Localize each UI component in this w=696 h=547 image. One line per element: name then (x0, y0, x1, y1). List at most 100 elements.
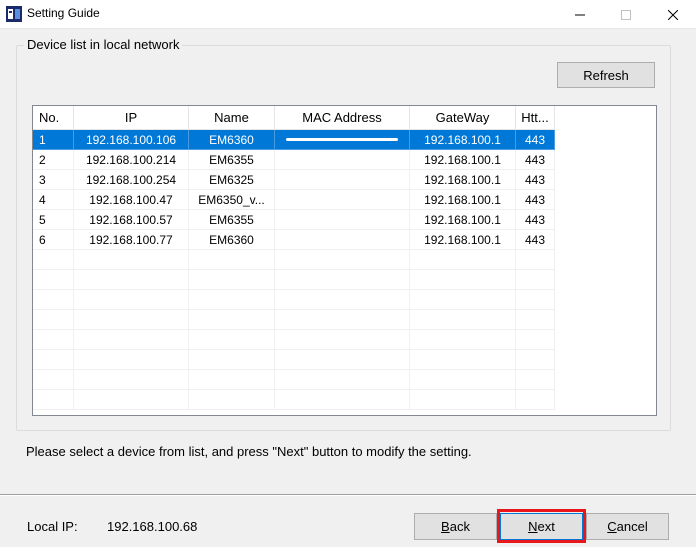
empty-cell (410, 370, 516, 390)
empty-cell (33, 350, 74, 370)
empty-cell (74, 390, 189, 410)
empty-cell (33, 310, 74, 330)
empty-cell (74, 270, 189, 290)
minimize-button[interactable] (557, 0, 603, 29)
empty-cell (74, 310, 189, 330)
column-header[interactable]: Htt... (516, 106, 555, 130)
empty-cell (189, 250, 275, 270)
cell-ip: 192.168.100.47 (74, 190, 189, 210)
empty-cell (189, 350, 275, 370)
empty-cell (516, 330, 555, 350)
device-row[interactable]: 5 192.168.100.57 EM6355 192.168.100.1 443 (33, 210, 656, 230)
empty-cell (275, 390, 410, 410)
empty-cell (275, 350, 410, 370)
cell-http: 443 (516, 150, 555, 170)
cell-ip: 192.168.100.214 (74, 150, 189, 170)
separator (0, 494, 696, 496)
empty-row (33, 370, 656, 390)
column-header[interactable]: No. (33, 106, 74, 130)
empty-cell (516, 370, 555, 390)
local-ip-label: Local IP: (27, 519, 78, 534)
empty-cell (33, 370, 74, 390)
empty-cell (275, 290, 410, 310)
list-rows: 1 192.168.100.106 EM6360 192.168.100.1 443 2 1… (33, 130, 656, 410)
cell-http: 443 (516, 170, 555, 190)
cell-http: 443 (516, 130, 555, 150)
list-header: No. IP Name MAC Address GateWay Htt... (33, 106, 656, 130)
local-ip-value: 192.168.100.68 (107, 519, 198, 534)
title-bar: Setting Guide (0, 0, 696, 29)
window-title: Setting Guide (27, 6, 100, 20)
empty-cell (74, 290, 189, 310)
empty-cell (33, 390, 74, 410)
empty-cell (410, 350, 516, 370)
cancel-button[interactable]: Cancel (586, 513, 669, 540)
empty-row (33, 330, 656, 350)
maximize-icon (621, 9, 631, 20)
close-button[interactable] (650, 0, 696, 29)
cancel-accel: C (607, 519, 617, 534)
empty-cell (410, 290, 516, 310)
back-accel: B (441, 519, 450, 534)
device-list[interactable]: No. IP Name MAC Address GateWay Htt... 1 192.1… (32, 105, 657, 416)
cell-mac (275, 150, 410, 170)
cell-mac (275, 190, 410, 210)
empty-cell (189, 270, 275, 290)
empty-row (33, 250, 656, 270)
close-icon (668, 9, 678, 20)
empty-cell (189, 390, 275, 410)
cell-no: 2 (33, 150, 74, 170)
empty-cell (275, 330, 410, 350)
empty-cell (74, 350, 189, 370)
minimize-icon (575, 14, 585, 15)
cell-gateway: 192.168.100.1 (410, 170, 516, 190)
empty-cell (189, 310, 275, 330)
back-button[interactable]: Back (414, 513, 497, 540)
cell-http: 443 (516, 230, 555, 250)
empty-row (33, 390, 656, 410)
refresh-button[interactable]: Refresh (557, 62, 655, 88)
cell-http: 443 (516, 190, 555, 210)
column-header[interactable]: IP (74, 106, 189, 130)
device-row[interactable]: 4 192.168.100.47 EM6350_v... 192.168.100.1 4… (33, 190, 656, 210)
empty-cell (33, 290, 74, 310)
cell-no: 3 (33, 170, 74, 190)
empty-cell (516, 310, 555, 330)
cell-name: EM6325 (189, 170, 275, 190)
cancel-label-rest: ancel (616, 519, 648, 534)
cell-http: 443 (516, 210, 555, 230)
cell-gateway: 192.168.100.1 (410, 210, 516, 230)
empty-cell (410, 250, 516, 270)
back-label-rest: ack (449, 519, 470, 534)
cell-mac (275, 210, 410, 230)
cell-name: EM6355 (189, 210, 275, 230)
empty-row (33, 290, 656, 310)
device-row[interactable]: 2 192.168.100.214 EM6355 192.168.100.1 443 (33, 150, 656, 170)
empty-cell (275, 370, 410, 390)
empty-cell (33, 330, 74, 350)
cell-gateway: 192.168.100.1 (410, 130, 516, 150)
column-header[interactable]: MAC Address (275, 106, 410, 130)
empty-cell (189, 290, 275, 310)
empty-cell (74, 370, 189, 390)
cell-ip: 192.168.100.77 (74, 230, 189, 250)
app-icon (6, 6, 22, 22)
empty-cell (516, 270, 555, 290)
device-row[interactable]: 6 192.168.100.77 EM6360 192.168.100.1 443 (33, 230, 656, 250)
cell-mac (275, 170, 410, 190)
cell-no: 1 (33, 130, 74, 150)
empty-cell (74, 330, 189, 350)
empty-cell (275, 250, 410, 270)
cell-name: EM6360 (189, 230, 275, 250)
column-header[interactable]: Name (189, 106, 275, 130)
cell-name: EM6350_v... (189, 190, 275, 210)
device-row[interactable]: 3 192.168.100.254 EM6325 192.168.100.1 443 (33, 170, 656, 190)
column-header[interactable]: GateWay (410, 106, 516, 130)
cell-no: 6 (33, 230, 74, 250)
instruction-text: Please select a device from list, and pr… (26, 444, 472, 459)
cell-gateway: 192.168.100.1 (410, 190, 516, 210)
group-label: Device list in local network (24, 37, 183, 52)
cell-mac (275, 230, 410, 250)
empty-cell (516, 350, 555, 370)
device-row[interactable]: 1 192.168.100.106 EM6360 192.168.100.1 443 (33, 130, 656, 150)
